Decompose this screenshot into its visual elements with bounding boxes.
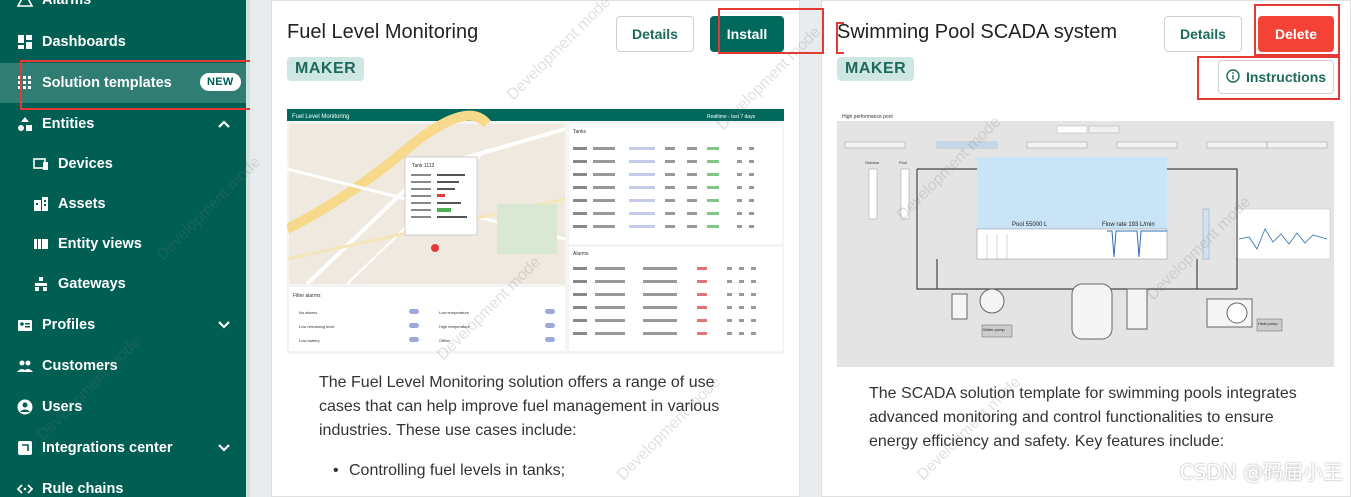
assets-icon	[32, 195, 50, 213]
integrations-icon	[16, 439, 34, 457]
profiles-icon	[16, 316, 34, 334]
sidebar-item-label: Devices	[58, 156, 113, 172]
map-popup-title: Tank 1113	[412, 163, 435, 169]
sidebar-item-label: Rule chains	[42, 481, 124, 497]
card-description: The Fuel Level Monitoring solution offer…	[319, 374, 720, 439]
main-content: Fuel Level Monitoring MAKER Details Inst…	[250, 0, 1351, 497]
sidebar-item-dashboards[interactable]: Dashboards	[0, 22, 246, 62]
chevron-up-icon[interactable]	[216, 116, 232, 132]
water-pump-label: Water pump	[983, 327, 1005, 332]
sidebar-item-label: Gateways	[58, 276, 126, 292]
dashboard-icon	[16, 33, 34, 51]
sidebar-item-entity-views[interactable]: Entity views	[0, 224, 246, 264]
sidebar-item-devices[interactable]: Devices	[0, 144, 246, 184]
highlight-box	[718, 8, 824, 54]
tanks-title: Tanks	[573, 129, 587, 135]
maker-tag: MAKER	[287, 57, 365, 81]
sidebar-item-integrations-center[interactable]: Integrations center	[0, 428, 246, 468]
maker-tag: MAKER	[837, 57, 915, 81]
scada-dashboard-preview: High performance pool Pool 55000 L Flow …	[837, 109, 1334, 367]
fuel-dashboard-preview: Fuel Level Monitoring Realtime - last 7 …	[284, 109, 784, 354]
sidebar-item-rule-chains[interactable]: Rule chains	[0, 469, 246, 497]
sidebar-item-users[interactable]: Users	[0, 387, 246, 427]
preview-table-row	[573, 332, 756, 335]
sidebar-item-gateways[interactable]: Gateways	[0, 264, 246, 304]
sidebar-item-label: Profiles	[42, 317, 96, 333]
sidebar-item-profiles[interactable]: Profiles	[0, 305, 246, 345]
pool-gauge-label: Pool	[899, 160, 907, 165]
filter-label: High temperature	[439, 324, 471, 329]
highlight-box	[20, 60, 266, 110]
template-card-fuel: Fuel Level Monitoring MAKER Details Inst…	[271, 0, 800, 497]
entities-icon	[16, 115, 34, 133]
devices-icon	[32, 155, 50, 173]
sidebar-item-label: Users	[42, 399, 83, 415]
chevron-down-icon[interactable]	[216, 440, 232, 456]
preview-realtime: Realtime - last 7 days	[707, 114, 756, 120]
heat-pump-label: Heat pump	[1258, 321, 1278, 326]
template-preview-image[interactable]: Fuel Level Monitoring Realtime - last 7 …	[284, 109, 784, 354]
csdn-watermark: CSDN @码届小王	[1179, 460, 1343, 484]
details-button[interactable]: Details	[616, 16, 694, 52]
details-button[interactable]: Details	[1164, 16, 1242, 52]
filter-title: Filter alarms	[293, 293, 321, 299]
card-bullet: Controlling fuel levels in tanks;	[333, 462, 565, 480]
filter-label: No alarms	[299, 310, 317, 315]
preview-table-row	[573, 306, 756, 309]
highlight-box	[1254, 4, 1340, 56]
preview-header: Fuel Level Monitoring	[292, 114, 349, 120]
sidebar-item-label: Dashboards	[42, 34, 126, 50]
sidebar-item-label: Alarms	[42, 0, 92, 8]
card-description: The SCADA solution template for swimming…	[869, 385, 1297, 450]
filter-label: Low temperature	[439, 310, 470, 315]
sidebar-item-customers[interactable]: Customers	[0, 346, 246, 386]
template-preview-image[interactable]: High performance pool Pool 55000 L Flow …	[837, 109, 1334, 367]
flow-rate-label: Flow rate 193 L/min	[1102, 222, 1155, 228]
preview-table-row	[573, 280, 756, 283]
outdoor-label: Outdoor	[865, 160, 880, 165]
sidebar-item-label: Entity views	[58, 236, 142, 252]
preview-table-row	[573, 293, 756, 296]
highlight-box	[1197, 56, 1340, 100]
sidebar-item-label: Customers	[42, 358, 118, 374]
preview-table-row	[573, 319, 756, 322]
sidebar-item-label: Assets	[58, 196, 106, 212]
preview-header: High performance pool	[842, 114, 893, 120]
chevron-down-icon[interactable]	[216, 317, 232, 333]
user-icon	[16, 398, 34, 416]
alarms-title: Alarms	[573, 251, 589, 257]
entity-views-icon	[32, 235, 50, 253]
warning-icon	[16, 0, 34, 9]
sidebar-item-alarms[interactable]: Alarms	[0, 0, 246, 20]
card-title: Swimming Pool SCADA system	[837, 21, 1118, 43]
pool-volume-label: Pool 55000 L	[1012, 222, 1048, 228]
highlight-box-partial	[836, 22, 844, 54]
card-title: Fuel Level Monitoring	[287, 21, 479, 43]
gateway-icon	[32, 275, 50, 293]
rule-chain-icon	[16, 480, 34, 497]
preview-table-row	[573, 267, 756, 270]
filter-label: Low remaining level	[299, 324, 334, 329]
sidebar-item-label: Integrations center	[42, 440, 173, 456]
customers-icon	[16, 357, 34, 375]
sidebar-item-assets[interactable]: Assets	[0, 184, 246, 224]
filter-label: Offline	[439, 338, 451, 343]
sidebar-item-entities[interactable]: Entities	[0, 104, 246, 144]
filter-label: Low battery	[299, 338, 320, 343]
sidebar-item-label: Entities	[42, 116, 95, 132]
